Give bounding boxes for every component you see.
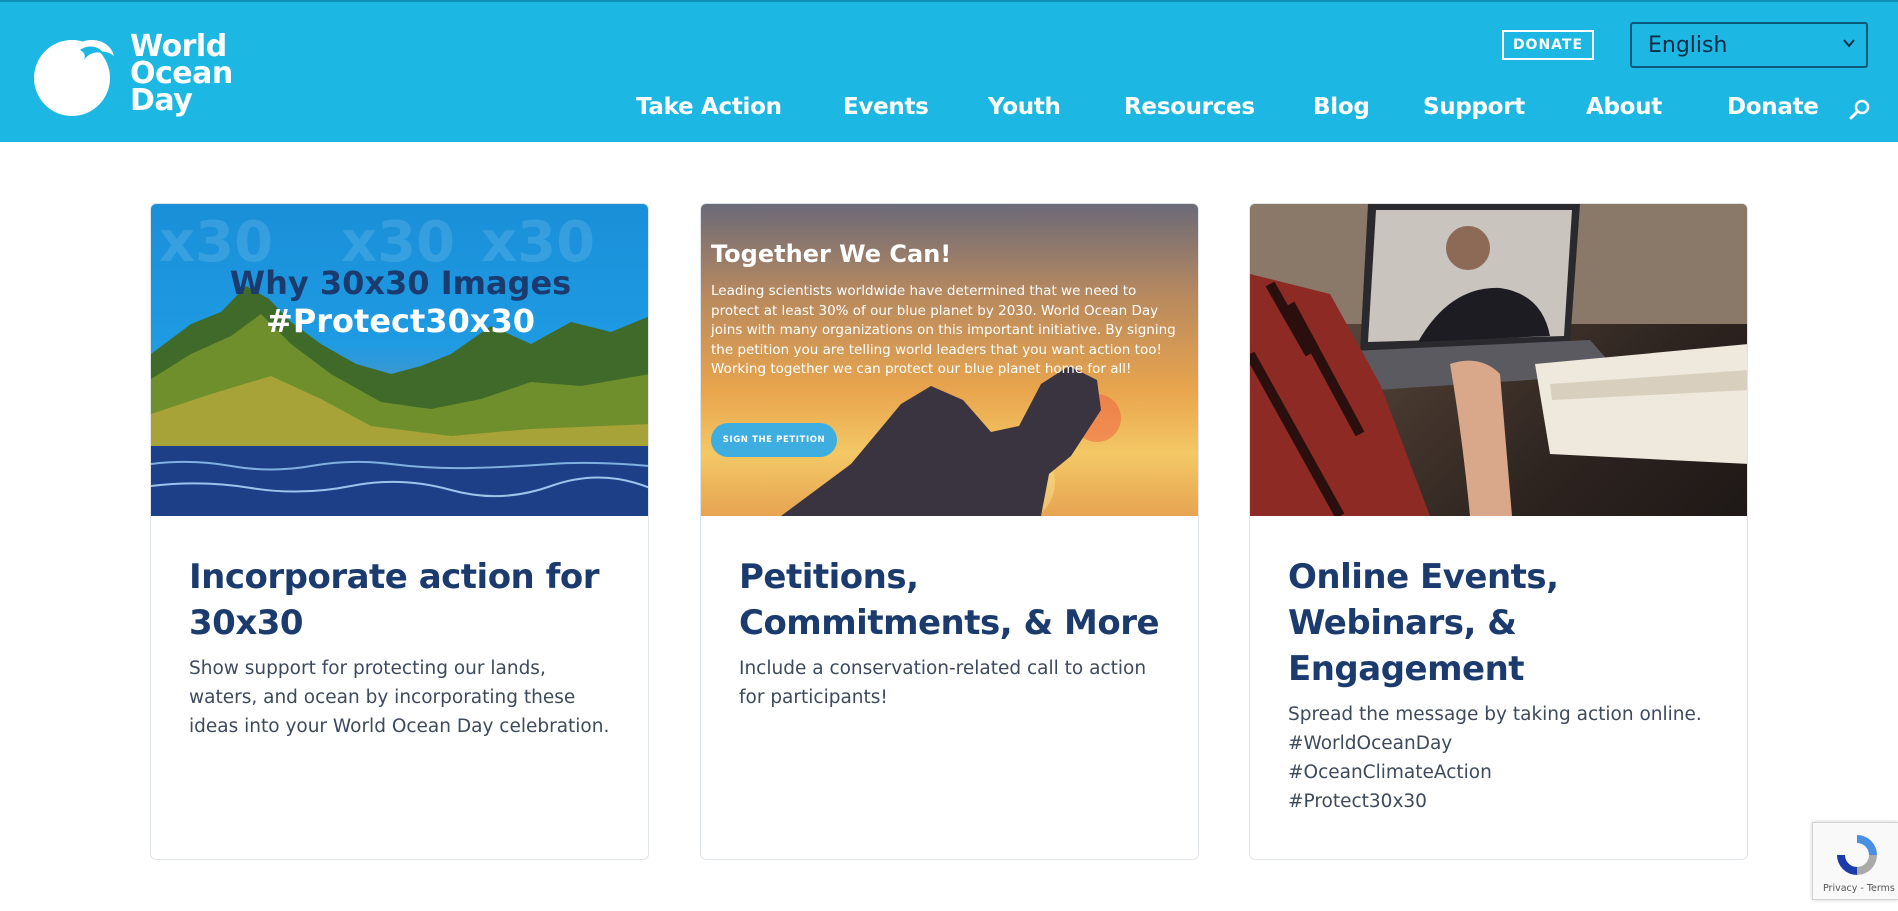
- nav-resources[interactable]: Resources: [1124, 94, 1255, 124]
- sign-petition-button[interactable]: SIGN THE PETITION: [711, 423, 837, 457]
- card-text-line: Show support for protecting our lands,: [189, 658, 546, 679]
- site-header: World Ocean Day DONATE English Take Acti…: [0, 0, 1898, 142]
- image-heading: Together We Can!: [711, 240, 952, 268]
- card-text-line: waters, and ocean by incorporating these: [189, 687, 576, 708]
- card-image-petition[interactable]: Together We Can! Leading scientists worl…: [701, 204, 1198, 516]
- card-text-line: Include a conservation-related call to a…: [739, 658, 1147, 679]
- world-ocean-day-logo[interactable]: World Ocean Day: [30, 30, 233, 116]
- card-incorporate-30x30[interactable]: x30 x30 x30 Why 30x30 Images #Protect30x…: [150, 203, 649, 860]
- card-description: Show support for protecting our lands, w…: [189, 654, 629, 741]
- hashtag-link[interactable]: #Protect30x30: [1288, 787, 1728, 816]
- card-title-line: Online Events,: [1288, 557, 1559, 597]
- language-selected-value: English: [1648, 32, 1728, 58]
- image-heading-line2: #Protect30x30: [266, 302, 535, 340]
- mountain-landscape-illustration: [151, 286, 648, 516]
- nav-events[interactable]: Events: [843, 94, 929, 124]
- card-title[interactable]: Online Events, Webinars, & Engagement: [1288, 554, 1718, 692]
- card-title-line: 30x30: [189, 603, 304, 643]
- card-title-line: Webinars, &: [1288, 603, 1517, 643]
- card-image-online-events[interactable]: [1250, 204, 1747, 516]
- card-title-line: Engagement: [1288, 649, 1525, 689]
- search-icon[interactable]: [1848, 98, 1872, 122]
- card-text-line: ideas into your World Ocean Day celebrat…: [189, 716, 610, 737]
- recaptcha-privacy-terms[interactable]: Privacy - Terms: [1823, 883, 1895, 894]
- card-title-line: Petitions,: [739, 557, 919, 597]
- recaptcha-badge[interactable]: Privacy - Terms: [1812, 822, 1898, 900]
- recaptcha-icon: [1837, 835, 1877, 875]
- logo-line-day: Day: [130, 82, 193, 118]
- nav-about[interactable]: About: [1586, 94, 1662, 124]
- donate-button-top[interactable]: DONATE: [1502, 30, 1594, 60]
- image-paragraph: Leading scientists worldwide have determ…: [711, 283, 1176, 377]
- card-title[interactable]: Incorporate action for 30x30: [189, 554, 619, 646]
- hashtag-link[interactable]: #OceanClimateAction: [1288, 758, 1728, 787]
- nav-youth[interactable]: Youth: [988, 94, 1061, 124]
- video-call-photo-illustration: [1250, 204, 1747, 516]
- wave-logo-icon: [34, 40, 114, 116]
- card-online-events[interactable]: Online Events, Webinars, & Engagement Sp…: [1249, 203, 1748, 860]
- card-description: Spread the message by taking action onli…: [1288, 700, 1728, 816]
- nav-take-action[interactable]: Take Action: [636, 94, 782, 124]
- chevron-down-icon: [1843, 39, 1855, 48]
- card-description: Include a conservation-related call to a…: [739, 654, 1179, 712]
- language-select[interactable]: English: [1630, 22, 1868, 68]
- card-text-line: Spread the message by taking action onli…: [1288, 704, 1702, 725]
- card-petitions[interactable]: Together We Can! Leading scientists worl…: [700, 203, 1199, 860]
- card-title-line: Incorporate action for: [189, 557, 600, 597]
- card-image-30x30[interactable]: x30 x30 x30 Why 30x30 Images #Protect30x…: [151, 204, 648, 516]
- nav-support[interactable]: Support: [1423, 94, 1525, 124]
- card-text-line: for participants!: [739, 687, 888, 708]
- nav-blog[interactable]: Blog: [1313, 94, 1370, 124]
- nav-donate[interactable]: Donate: [1727, 94, 1819, 124]
- card-title[interactable]: Petitions, Commitments, & More: [739, 554, 1169, 646]
- logo-wordmark: World Ocean Day: [130, 31, 233, 118]
- hashtag-link[interactable]: #WorldOceanDay: [1288, 729, 1728, 758]
- card-title-line: Commitments, & More: [739, 603, 1160, 643]
- image-heading-line1: Why 30x30 Images: [229, 264, 572, 302]
